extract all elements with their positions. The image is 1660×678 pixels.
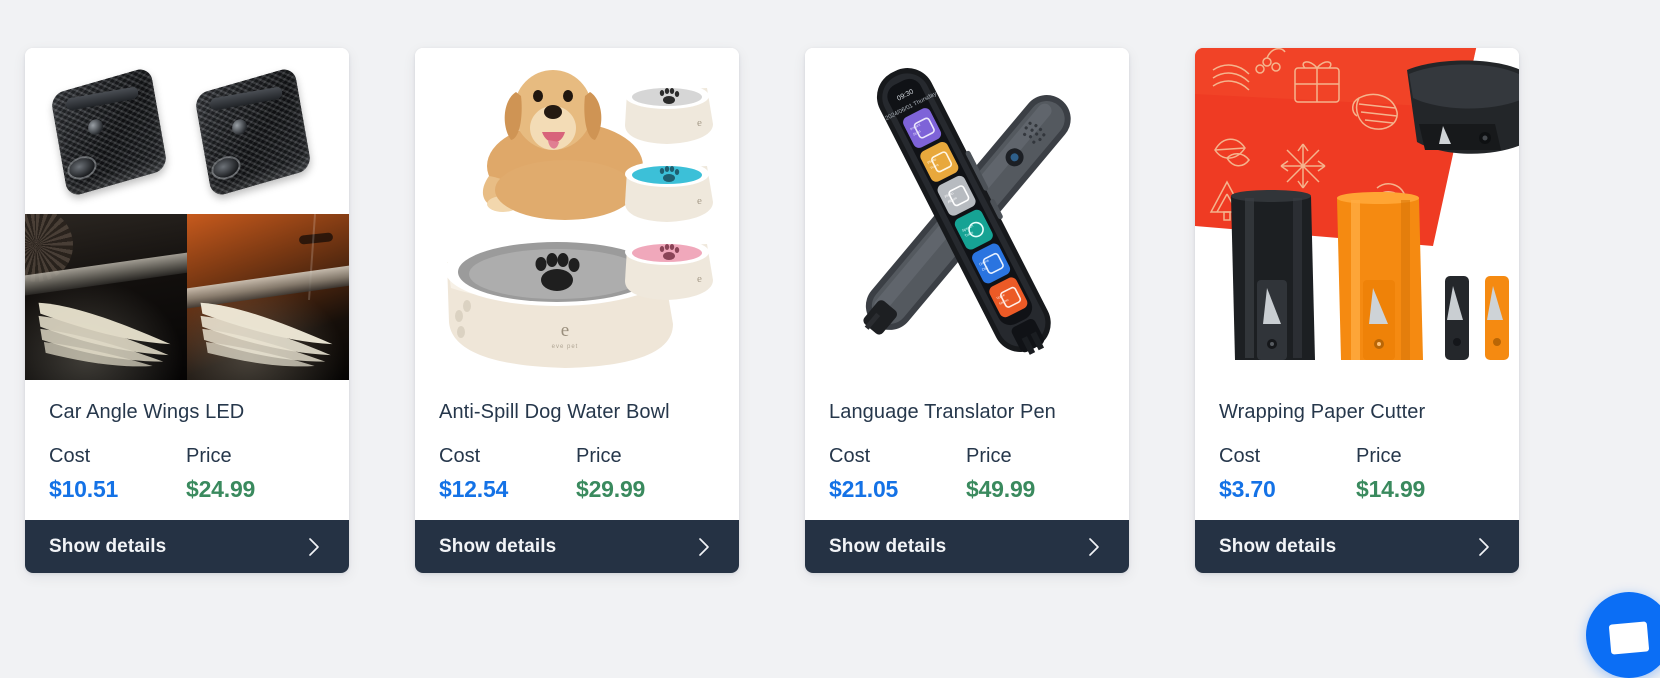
cost-value: $3.70 (1219, 476, 1276, 502)
cutter-orange (1337, 192, 1423, 360)
cost-label: Cost (829, 445, 871, 467)
product-info: Wrapping Paper Cutter Cost $3.70 Price $… (1195, 380, 1519, 520)
price-value: $29.99 (576, 476, 646, 502)
price-row: Cost $12.54 Price $29.99 (439, 444, 715, 503)
product-info: Anti-Spill Dog Water Bowl Cost $12.54 Pr… (415, 380, 739, 520)
product-info: Car Angle Wings LED Cost $10.51 Price $2… (25, 380, 349, 520)
product-card[interactable]: 09:30 2024/06/01 Thursday Instant Scan P… (805, 48, 1129, 573)
night-photo-right (187, 214, 349, 380)
svg-text:e: e (697, 117, 702, 129)
show-details-button[interactable]: Show details (415, 520, 739, 573)
cost-label: Cost (1219, 445, 1261, 467)
product-image (25, 48, 349, 380)
product-image (1195, 48, 1519, 380)
price-value: $49.99 (966, 476, 1036, 502)
translator-pen-photo: 09:30 2024/06/01 Thursday Instant Scan P… (805, 48, 1129, 380)
cost-value: $10.51 (49, 476, 119, 502)
show-details-button[interactable]: Show details (805, 520, 1129, 573)
show-details-button[interactable]: Show details (1195, 520, 1519, 573)
svg-text:eve pet: eve pet (552, 344, 579, 350)
price-label: Price (966, 445, 1012, 467)
price-column: Price $29.99 (576, 444, 713, 503)
svg-text:e: e (561, 320, 569, 341)
chevron-right-icon (1083, 536, 1105, 558)
product-card-grid: Car Angle Wings LED Cost $10.51 Price $2… (0, 0, 1660, 678)
wing-projection-icon (38, 302, 171, 367)
price-column: Price $14.99 (1356, 444, 1493, 503)
product-info: Language Translator Pen Cost $21.05 Pric… (805, 380, 1129, 520)
cost-column: Cost $10.51 (49, 444, 186, 503)
chevron-right-icon (1473, 536, 1495, 558)
bowl-variant-gray: e (625, 83, 713, 144)
night-photo-left (25, 214, 187, 380)
chat-bubble-icon (1608, 621, 1650, 655)
chat-launcher-button[interactable] (1586, 592, 1660, 678)
wing-projection-icon (200, 302, 333, 367)
dog-water-bowl-photo: e eve pet e e e (415, 48, 739, 380)
price-row: Cost $10.51 Price $24.99 (49, 444, 325, 503)
wrapping-paper-cutter-photo (1195, 48, 1519, 380)
price-label: Price (1356, 445, 1402, 467)
show-details-label: Show details (829, 535, 947, 557)
product-title: Wrapping Paper Cutter (1219, 401, 1426, 423)
blade-holder-orange (1485, 276, 1509, 360)
product-image: e eve pet e e e (415, 48, 739, 380)
product-card[interactable]: Car Angle Wings LED Cost $10.51 Price $2… (25, 48, 349, 573)
show-details-button[interactable]: Show details (25, 520, 349, 573)
price-row: Cost $3.70 Price $14.99 (1219, 444, 1495, 503)
chevron-right-icon (693, 536, 715, 558)
led-projector-unit (49, 66, 169, 198)
show-details-label: Show details (49, 535, 167, 557)
blade-holder-black (1445, 276, 1469, 360)
cost-column: Cost $21.05 (829, 444, 966, 503)
price-label: Price (186, 445, 232, 467)
show-details-label: Show details (439, 535, 557, 557)
price-value: $24.99 (186, 476, 256, 502)
price-row: Cost $21.05 Price $49.99 (829, 444, 1105, 503)
show-details-label: Show details (1219, 535, 1337, 557)
cost-value: $12.54 (439, 476, 509, 502)
product-card[interactable]: Wrapping Paper Cutter Cost $3.70 Price $… (1195, 48, 1519, 573)
cost-label: Cost (49, 445, 91, 467)
led-units-photo (25, 48, 349, 214)
price-label: Price (576, 445, 622, 467)
price-value: $14.99 (1356, 476, 1426, 502)
cost-value: $21.05 (829, 476, 899, 502)
price-column: Price $24.99 (186, 444, 323, 503)
cutter-black (1231, 190, 1315, 360)
cost-column: Cost $3.70 (1219, 444, 1356, 503)
product-card[interactable]: e eve pet e e e Anti-Spill Dog Water Bow… (415, 48, 739, 573)
product-image: 09:30 2024/06/01 Thursday Instant Scan P… (805, 48, 1129, 380)
night-projection-photos (25, 214, 349, 380)
product-title: Anti-Spill Dog Water Bowl (439, 401, 670, 423)
cost-label: Cost (439, 445, 481, 467)
sliding-cutter-top (1407, 60, 1519, 154)
chevron-right-icon (303, 536, 325, 558)
price-column: Price $49.99 (966, 444, 1103, 503)
bowl-variant-blue: e (625, 161, 713, 222)
led-projector-unit (193, 66, 313, 198)
bowl-variant-pink: e (625, 239, 713, 300)
svg-text:e: e (697, 273, 702, 285)
product-title: Language Translator Pen (829, 401, 1056, 423)
svg-text:e: e (697, 195, 702, 207)
product-title: Car Angle Wings LED (49, 401, 245, 423)
cost-column: Cost $12.54 (439, 444, 576, 503)
